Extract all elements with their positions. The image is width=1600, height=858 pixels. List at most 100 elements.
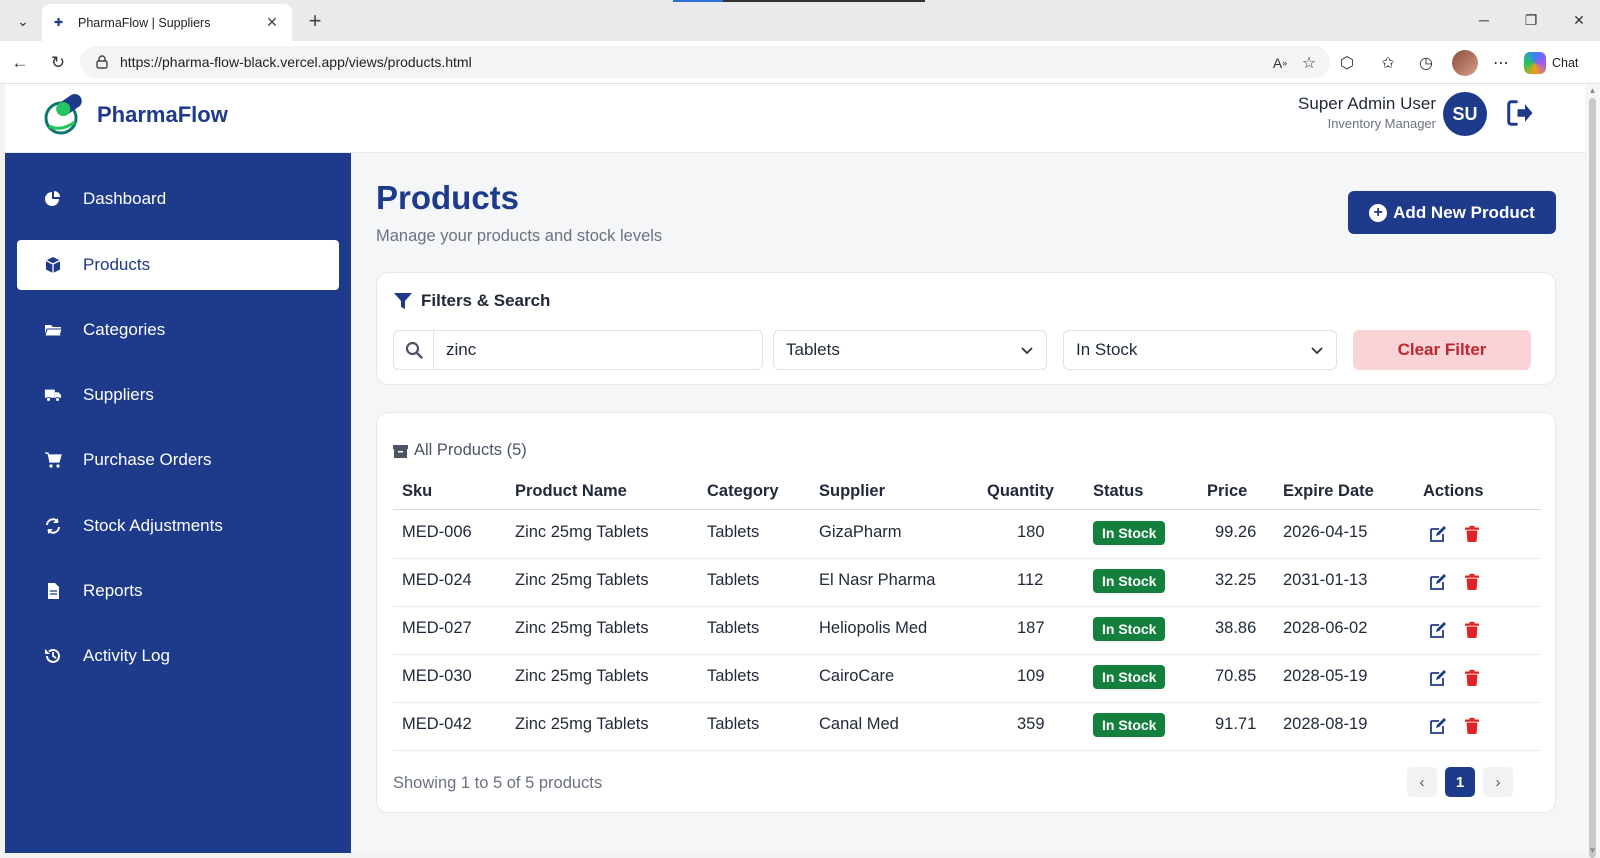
trash-icon[interactable] [1463,573,1481,591]
extensions-icon[interactable]: ⬡ [1336,52,1358,74]
sidebar-item-products[interactable]: Products [17,240,339,290]
page-number-current[interactable]: 1 [1445,767,1475,797]
category-select[interactable]: Tablets [773,330,1047,370]
favorites-list-icon[interactable]: ✩ [1377,52,1399,74]
pie-chart-icon [41,188,65,210]
page-scrollbar[interactable]: ▲ ▼ [1585,84,1600,858]
trash-icon[interactable] [1463,717,1481,735]
minimize-icon[interactable]: ─ [1469,10,1499,30]
edit-icon[interactable] [1429,669,1447,687]
column-header-sku[interactable]: Sku [402,482,432,501]
sidebar-item-label: Categories [83,320,166,339]
edit-icon[interactable] [1429,621,1447,639]
sidebar-item-stock-adjustments[interactable]: Stock Adjustments [17,501,339,551]
status-badge: In Stock [1093,617,1166,641]
sidebar-item-suppliers[interactable]: Suppliers [17,370,339,420]
column-header-supplier[interactable]: Supplier [819,482,885,501]
avatar[interactable]: SU [1443,92,1487,136]
prev-page-chevron-icon[interactable]: ‹ [1407,767,1437,797]
cell-expire-date: 2028-08-19 [1283,715,1368,733]
site-info-icon[interactable] [94,54,110,70]
new-tab-plus-icon[interactable]: + [302,8,328,34]
column-header-price[interactable]: Price [1207,482,1247,501]
sidebar-item-label: Products [83,255,151,274]
table-row[interactable]: MED-006 Zinc 25mg Tablets Tablets GizaPharm… [393,511,1541,559]
user-info: Super Admin User Inventory Manager [1288,94,1436,131]
status-badge: In Stock [1093,569,1166,593]
box-icon [41,254,65,276]
history-clock-icon[interactable]: ◷ [1415,52,1437,74]
cell-expire-date: 2026-04-15 [1283,523,1368,541]
read-aloud-icon[interactable]: A» [1269,52,1291,74]
column-header-product-name[interactable]: Product Name [515,482,627,501]
filters-header: Filters & Search [393,291,550,311]
tab-list-chevron-icon[interactable]: ⌄ [8,6,38,36]
trash-icon[interactable] [1463,669,1481,687]
window-close-icon[interactable]: ✕ [1564,10,1594,30]
cell-expire-date: 2031-01-13 [1283,571,1368,589]
page-title: Products [376,179,520,216]
sidebar-item-categories[interactable]: Categories [17,305,339,355]
tab-close-icon[interactable]: ✕ [264,14,280,31]
sidebar-item-dashboard[interactable]: Dashboard [17,174,339,224]
cell-product-name: Zinc 25mg Tablets [515,715,649,733]
trash-icon[interactable] [1463,525,1481,543]
restore-icon[interactable]: ❐ [1516,10,1546,30]
url-text: https://pharma-flow-black.vercel.app/vie… [120,54,472,70]
cell-supplier: Canal Med [819,715,899,733]
browser-tab[interactable]: ✚ PharmaFlow | Suppliers ✕ [42,4,292,41]
sync-icon [41,515,65,537]
status-select[interactable]: In Stock [1063,330,1337,370]
app-header: PharmaFlow Super Admin User Inventory Ma… [5,84,1585,153]
column-header-quantity[interactable]: Quantity [987,482,1054,501]
search-field[interactable] [393,330,763,370]
user-name: Super Admin User [1298,94,1436,113]
column-header-status[interactable]: Status [1093,482,1143,501]
scroll-up-icon[interactable]: ▲ [1588,86,1597,95]
next-page-chevron-icon[interactable]: › [1483,767,1513,797]
archive-box-icon [393,444,408,458]
cell-price: 70.85 [1215,667,1257,685]
sidebar-item-activity-log[interactable]: Activity Log [17,631,339,681]
clear-filter-button[interactable]: Clear Filter [1353,330,1531,370]
trash-icon[interactable] [1463,621,1481,639]
back-arrow-icon[interactable]: ← [8,51,32,75]
profile-avatar[interactable] [1452,50,1478,76]
category-selected-value: Tablets [786,340,840,359]
copilot-chat-button[interactable]: Chat [1524,50,1578,76]
table-row[interactable]: MED-024 Zinc 25mg Tablets Tablets El Nasr P… [393,559,1541,607]
cell-expire-date: 2028-05-19 [1283,667,1368,685]
cell-price: 38.86 [1215,619,1257,637]
logout-icon[interactable] [1505,98,1535,128]
table-row[interactable]: MED-030 Zinc 25mg Tablets Tablets CairoCare… [393,655,1541,703]
cell-category: Tablets [707,523,760,541]
edit-icon[interactable] [1429,573,1447,591]
page-subtitle: Manage your products and stock levels [376,227,663,245]
more-menu-icon[interactable]: ⋯ [1490,52,1512,74]
column-header-category[interactable]: Category [707,482,779,501]
scroll-thumb[interactable] [1589,98,1596,858]
sidebar-item-purchase-orders[interactable]: Purchase Orders [17,435,339,485]
cell-quantity: 112 [1017,571,1044,589]
brand[interactable]: PharmaFlow [41,92,228,138]
file-icon [41,580,65,602]
filters-title: Filters & Search [421,291,551,310]
favorite-star-icon[interactable]: ☆ [1298,52,1320,74]
reload-icon[interactable]: ↻ [46,51,70,75]
edit-icon[interactable] [1429,525,1447,543]
sidebar-item-reports[interactable]: Reports [17,566,339,616]
table-row[interactable]: MED-027 Zinc 25mg Tablets Tablets Heliopoli… [393,607,1541,655]
edit-icon[interactable] [1429,717,1447,735]
chevron-down-icon [1021,347,1033,355]
table-row[interactable]: MED-042 Zinc 25mg Tablets Tablets Canal Med… [393,703,1541,751]
tab-favicon-icon: ✚ [54,17,64,29]
status-badge: In Stock [1093,713,1166,737]
cell-price: 91.71 [1215,715,1257,733]
add-new-product-button[interactable]: + Add New Product [1348,191,1556,234]
address-bar[interactable]: https://pharma-flow-black.vercel.app/vie… [80,46,1330,78]
scroll-down-icon[interactable]: ▼ [1588,846,1597,855]
sidebar: Dashboard Products Categories Suppliers … [5,153,351,853]
search-input[interactable] [446,340,746,360]
column-header-expire-date[interactable]: Expire Date [1283,482,1374,501]
cell-product-name: Zinc 25mg Tablets [515,523,649,541]
